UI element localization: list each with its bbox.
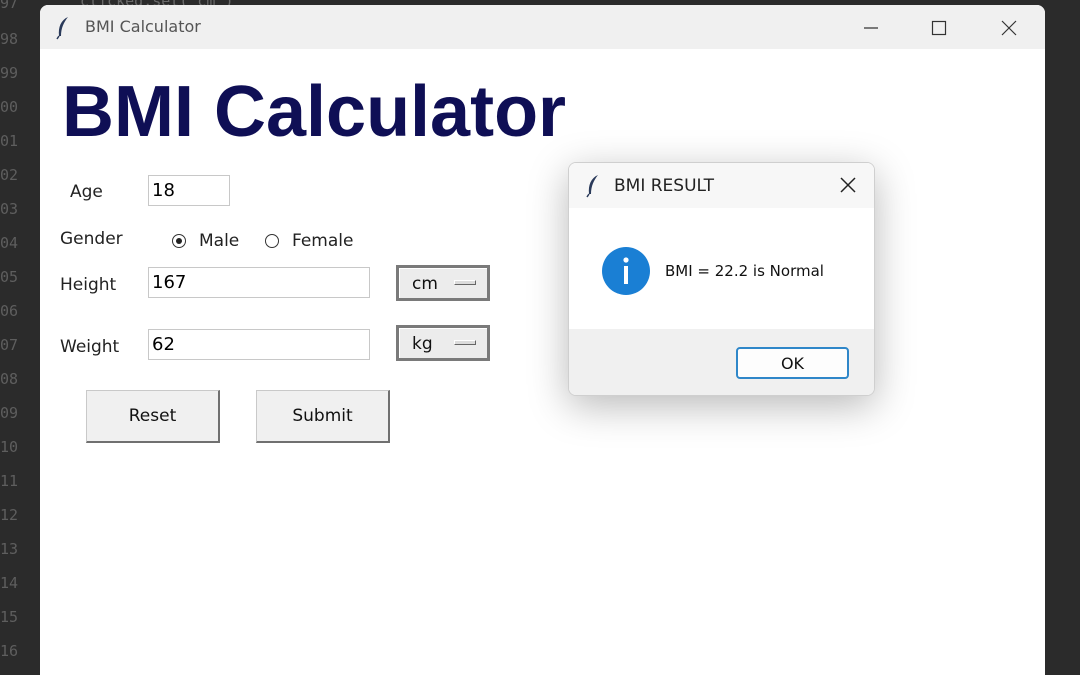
line-number: 99 — [0, 64, 19, 82]
minimize-button[interactable] — [835, 5, 905, 49]
minimize-icon — [864, 27, 878, 29]
gender-female-label: Female — [292, 231, 354, 251]
line-number: 98 — [0, 30, 19, 48]
age-label: Age — [70, 182, 103, 202]
window-titlebar[interactable]: BMI Calculator — [40, 5, 1045, 49]
bmi-result-dialog: BMI RESULT BMI = 22.2 is Normal OK — [568, 162, 875, 396]
height-label: Height — [60, 275, 117, 295]
line-number: 97 — [0, 0, 19, 12]
weight-field[interactable] — [148, 329, 370, 360]
height-field[interactable] — [148, 267, 370, 298]
maximize-button[interactable] — [903, 5, 973, 49]
dialog-titlebar[interactable]: BMI RESULT — [569, 163, 874, 208]
gender-male-label: Male — [199, 231, 240, 251]
weight-unit-value: kg — [412, 334, 433, 354]
option-menu-indicator-icon — [454, 280, 476, 285]
weight-unit-select[interactable]: kg — [396, 325, 490, 361]
line-number: 02 — [0, 166, 19, 184]
line-number: 10 — [0, 438, 19, 456]
close-icon — [1001, 20, 1017, 36]
maximize-icon — [931, 20, 947, 36]
line-number: 07 — [0, 336, 19, 354]
line-number: 05 — [0, 268, 19, 286]
feather-icon — [56, 17, 68, 40]
line-number: 14 — [0, 574, 19, 592]
feather-icon — [586, 175, 598, 198]
dialog-message: BMI = 22.2 is Normal — [665, 262, 824, 280]
line-number: 16 — [0, 642, 19, 660]
line-number: 03 — [0, 200, 19, 218]
radio-checked-icon — [172, 234, 186, 248]
line-number: 01 — [0, 132, 19, 150]
editor-line-gutter: 97 98 99 00 01 02 03 04 05 06 07 08 09 1… — [0, 0, 40, 666]
window-title: BMI Calculator — [85, 17, 201, 36]
line-number: 00 — [0, 98, 19, 116]
option-menu-indicator-icon — [454, 340, 476, 345]
dialog-title: BMI RESULT — [614, 176, 715, 196]
dialog-footer: OK — [569, 329, 874, 395]
age-field[interactable] — [148, 175, 230, 206]
line-number: 13 — [0, 540, 19, 558]
line-number: 12 — [0, 506, 19, 524]
close-button[interactable] — [973, 5, 1043, 49]
line-number: 11 — [0, 472, 19, 490]
line-number: 09 — [0, 404, 19, 422]
line-number: 15 — [0, 608, 19, 626]
ok-button[interactable]: OK — [736, 347, 849, 379]
close-icon[interactable] — [839, 176, 857, 194]
gender-female-radio[interactable]: Female — [265, 231, 353, 251]
line-number: 06 — [0, 302, 19, 320]
reset-button[interactable]: Reset — [86, 390, 220, 443]
line-number: 08 — [0, 370, 19, 388]
height-unit-select[interactable]: cm — [396, 265, 490, 301]
submit-button[interactable]: Submit — [256, 390, 390, 443]
line-number: 04 — [0, 234, 19, 252]
bmi-calculator-window: BMI Calculator BMI Calculator Age Gender… — [40, 5, 1045, 675]
gender-male-radio[interactable]: Male — [172, 231, 239, 251]
gender-label: Gender — [60, 229, 123, 249]
height-unit-value: cm — [412, 274, 438, 294]
radio-unchecked-icon — [265, 234, 279, 248]
weight-label: Weight — [60, 337, 120, 357]
app-heading: BMI Calculator — [62, 72, 567, 152]
info-icon — [602, 247, 650, 295]
